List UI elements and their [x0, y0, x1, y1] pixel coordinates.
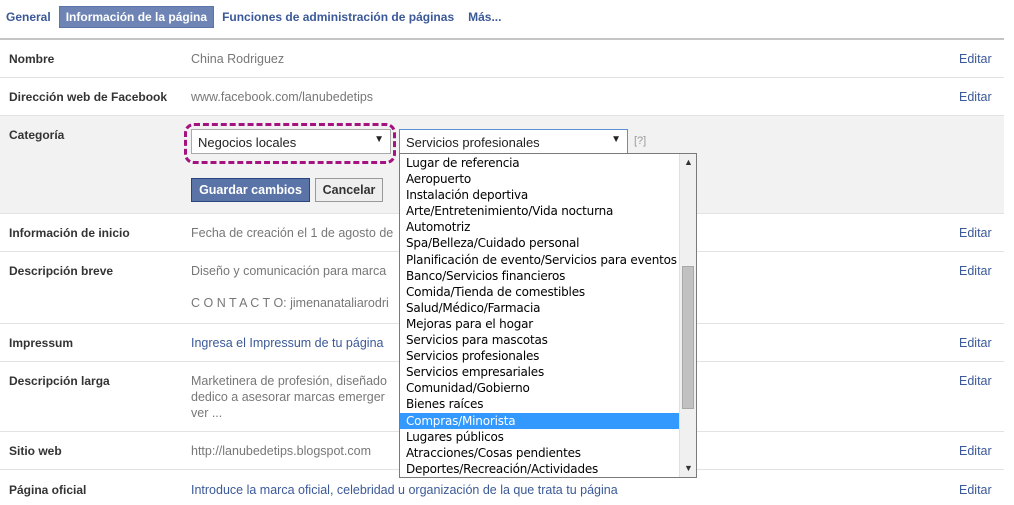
label-pagina-oficial: Página oficial: [9, 483, 87, 497]
value-descripcion-breve: Diseño y comunicación para marca: [191, 264, 387, 278]
dropdown-option[interactable]: Spa/Belleza/Cuidado personal: [400, 235, 680, 251]
dropdown-option[interactable]: Lugares públicos: [400, 429, 680, 445]
scroll-down-icon[interactable]: ▼: [680, 460, 696, 477]
edit-direccion-link[interactable]: Editar: [959, 90, 992, 104]
dropdown-option[interactable]: Banco/Servicios financieros: [400, 268, 680, 284]
label-direccion-web: Dirección web de Facebook: [9, 90, 168, 104]
label-impressum: Impressum: [9, 336, 74, 350]
scroll-up-icon[interactable]: ▲: [680, 154, 696, 171]
dropdown-option[interactable]: Mejoras para el hogar: [400, 316, 680, 332]
dropdown-option[interactable]: Comunidad/Gobierno: [400, 380, 680, 396]
category-select-secondary-value: Servicios profesionales: [406, 135, 540, 150]
chevron-down-icon: ▼: [374, 134, 384, 145]
edit-larga-link[interactable]: Editar: [959, 374, 992, 388]
row-direccion-web: Dirección web de Facebook www.facebook.c…: [0, 78, 1004, 116]
dropdown-option[interactable]: Instalación deportiva: [400, 187, 680, 203]
dropdown-option[interactable]: Deportes/Recreación/Actividades: [400, 461, 680, 477]
pagina-oficial-link[interactable]: Introduce la marca oficial, celebridad u…: [191, 483, 618, 497]
dropdown-option[interactable]: Servicios profesionales: [400, 348, 680, 364]
value-contacto: C O N T A C T O: jimenanataliarodri: [191, 296, 389, 310]
cancel-button[interactable]: Cancelar: [315, 178, 383, 202]
tab-funciones-admin[interactable]: Funciones de administración de páginas: [216, 7, 460, 27]
value-descripcion-larga-2: dedico a asesorar marcas emerger: [191, 390, 385, 404]
edit-nombre-link[interactable]: Editar: [959, 52, 992, 66]
label-nombre: Nombre: [9, 52, 55, 66]
edit-breve-link[interactable]: Editar: [959, 264, 992, 278]
label-informacion-inicio: Información de inicio: [9, 226, 130, 240]
edit-oficial-link[interactable]: Editar: [959, 483, 992, 497]
dropdown-option[interactable]: Salud/Médico/Farmacia: [400, 300, 680, 316]
tab-general[interactable]: General: [0, 7, 57, 27]
dropdown-option[interactable]: Arte/Entretenimiento/Vida nocturna: [400, 203, 680, 219]
tab-mas[interactable]: Más...: [462, 7, 507, 27]
edit-sitio-link[interactable]: Editar: [959, 444, 992, 458]
value-descripcion-larga-3: ver ...: [191, 406, 223, 420]
category-dropdown-list[interactable]: Lugar de referencia Aeropuerto Instalación…: [399, 153, 697, 478]
dropdown-option[interactable]: Servicios empresariales: [400, 364, 680, 380]
edit-impressum-link[interactable]: Editar: [959, 336, 992, 350]
label-categoria: Categoría: [9, 128, 65, 142]
value-sitio-web: http://lanubedetips.blogspot.com: [191, 444, 371, 458]
dropdown-option[interactable]: Lugar de referencia: [400, 155, 680, 171]
value-direccion-web: www.facebook.com/lanubedetips: [191, 90, 374, 104]
page-tabs: General Información de la página Funcion…: [0, 6, 509, 28]
help-icon[interactable]: [?]: [634, 135, 646, 147]
edit-inicio-link[interactable]: Editar: [959, 226, 992, 240]
dropdown-option[interactable]: Compras/Minorista: [400, 412, 680, 429]
row-nombre: Nombre China Rodriguez Editar: [0, 40, 1004, 78]
value-informacion-inicio: Fecha de creación el 1 de agosto de: [191, 226, 394, 240]
value-descripcion-larga-1: Marketinera de profesión, diseñado: [191, 374, 387, 388]
category-select-primary[interactable]: Negocios locales ▼: [191, 129, 391, 154]
label-descripcion-larga: Descripción larga: [9, 374, 110, 388]
dropdown-option[interactable]: Servicios para mascotas: [400, 332, 680, 348]
label-sitio-web: Sitio web: [9, 444, 62, 458]
value-nombre: China Rodriguez: [191, 52, 285, 66]
dropdown-option[interactable]: Bienes raíces: [400, 396, 680, 412]
chevron-down-icon: ▼: [611, 134, 621, 145]
save-changes-button[interactable]: Guardar cambios: [191, 178, 310, 202]
category-select-primary-value: Negocios locales: [198, 135, 297, 150]
tab-informacion[interactable]: Información de la página: [58, 6, 215, 28]
scrollbar-thumb[interactable]: [682, 266, 694, 409]
impressum-link[interactable]: Ingresa el Impressum de tu página: [191, 336, 383, 350]
category-select-secondary[interactable]: Servicios profesionales ▼: [399, 129, 628, 154]
label-descripcion-breve: Descripción breve: [9, 264, 114, 278]
dropdown-option[interactable]: Automotriz: [400, 219, 680, 235]
dropdown-option[interactable]: Atracciones/Cosas pendientes: [400, 445, 680, 461]
dropdown-options: Lugar de referencia Aeropuerto Instalación…: [400, 155, 680, 477]
dropdown-option[interactable]: Aeropuerto: [400, 171, 680, 187]
dropdown-scrollbar[interactable]: ▲ ▼: [679, 154, 696, 477]
dropdown-option[interactable]: Planificación de evento/Servicios para e…: [400, 252, 680, 268]
dropdown-option[interactable]: Comida/Tienda de comestibles: [400, 284, 680, 300]
